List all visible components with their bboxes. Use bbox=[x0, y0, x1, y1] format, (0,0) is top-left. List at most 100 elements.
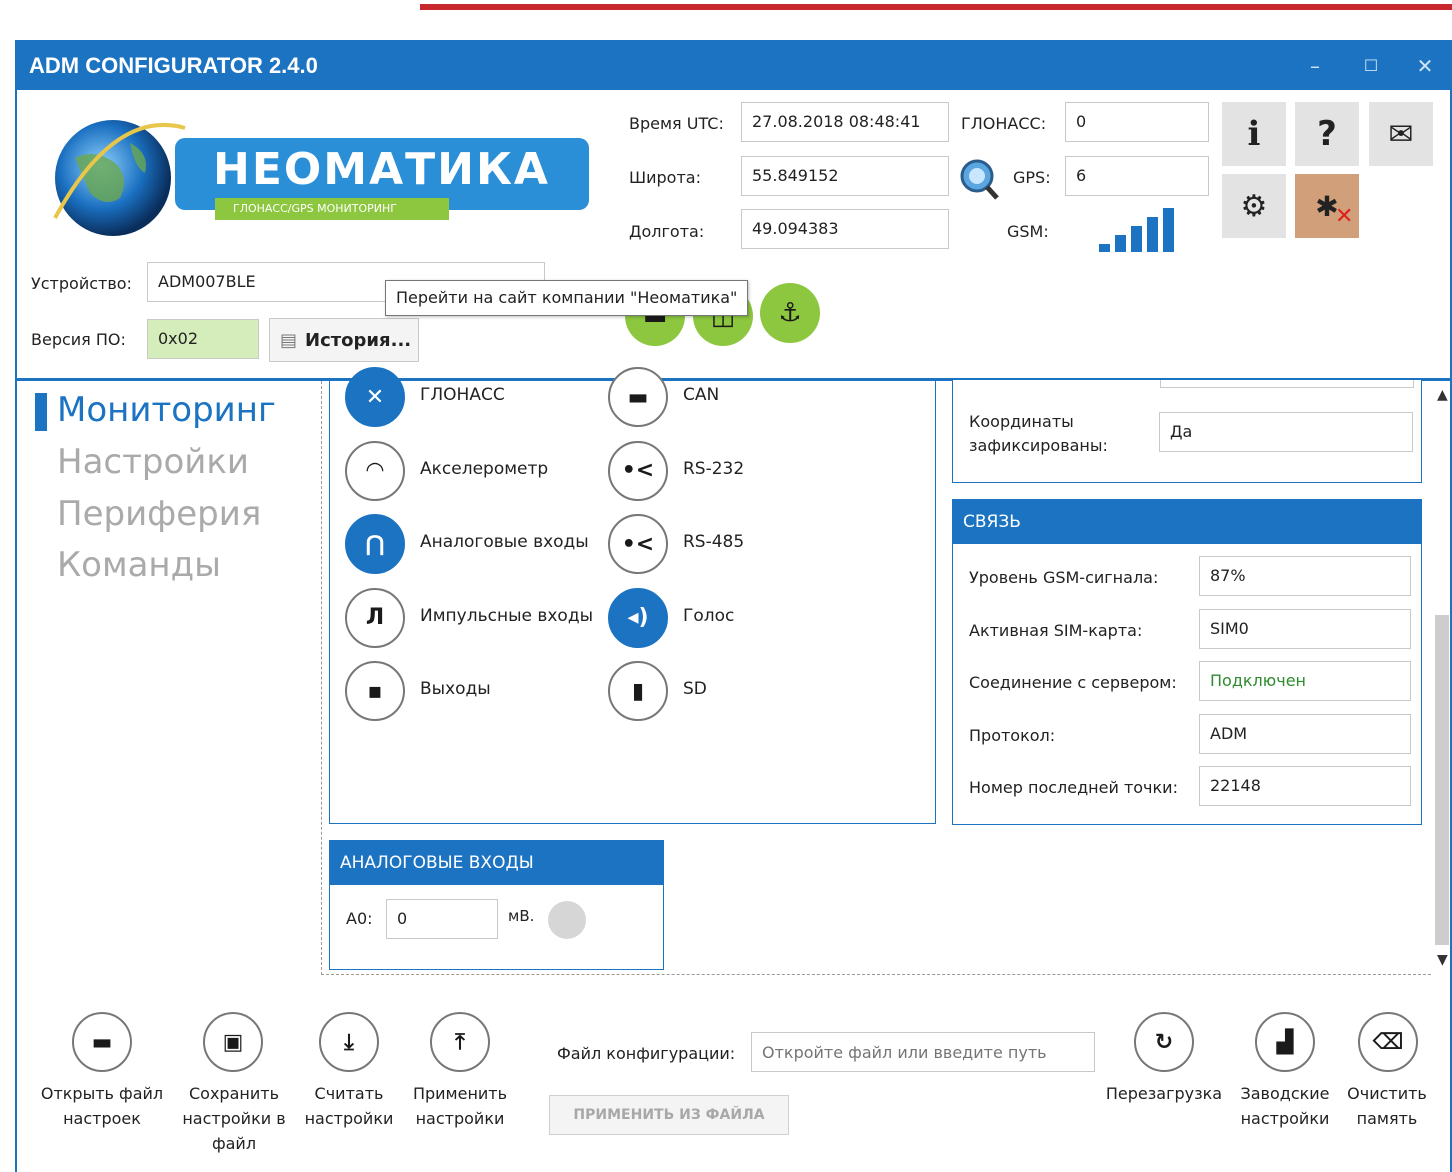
link-row-value[interactable]: 22148 bbox=[1199, 766, 1411, 806]
analog-panel-title: АНАЛОГОВЫЕ ВХОДЫ bbox=[330, 841, 663, 885]
module-label: Выходы bbox=[420, 679, 491, 699]
reboot-icon: ↻ bbox=[1154, 1029, 1174, 1055]
app-title: ADM CONFIGURATOR 2.4.0 bbox=[29, 53, 318, 78]
history-button[interactable]: ▤ История... bbox=[269, 318, 419, 362]
scroll-down-arrow[interactable]: ▼ bbox=[1437, 952, 1448, 968]
anchor-icon: ⚓ bbox=[778, 298, 802, 328]
analog-wave-icon: ⋂ bbox=[365, 531, 385, 557]
satellite-icon: ✕ bbox=[365, 384, 385, 410]
module-rs485-toggle[interactable]: •< bbox=[608, 514, 668, 574]
settings-button[interactable]: ⚙ bbox=[1222, 174, 1286, 238]
module-speaker-toggle[interactable]: ◂) bbox=[608, 587, 668, 648]
mail-icon: ✉ bbox=[1388, 116, 1414, 152]
reboot-label: Перезагрузка bbox=[1105, 1084, 1223, 1103]
module-analog-wave-toggle[interactable]: ⋂ bbox=[345, 514, 405, 574]
latitude-field[interactable]: 55.849152 bbox=[741, 156, 949, 196]
gsm-label: GSM: bbox=[1007, 222, 1049, 241]
clear-memory-button[interactable]: ⌫ bbox=[1358, 1012, 1418, 1072]
link-panel-title: СВЯЗЬ bbox=[953, 500, 1421, 544]
info-button[interactable]: i bbox=[1222, 102, 1286, 166]
link-row-value[interactable]: ADM bbox=[1199, 713, 1411, 754]
module-pulse-toggle[interactable]: Л bbox=[345, 587, 405, 648]
bluetooth-button[interactable]: ✱ ✕ bbox=[1295, 174, 1359, 238]
module-label: CAN bbox=[683, 385, 720, 405]
link-row-value[interactable]: Подключен bbox=[1199, 661, 1411, 701]
longitude-field[interactable]: 49.094383 bbox=[741, 209, 949, 249]
link-row-label: Соединение с сервером: bbox=[969, 673, 1177, 692]
nav-commands[interactable]: Команды bbox=[57, 545, 221, 585]
read-settings-label: Считать настройки bbox=[304, 1084, 394, 1128]
reboot-button[interactable]: ↻ bbox=[1134, 1012, 1194, 1072]
maximize-button[interactable]: ☐ bbox=[1355, 50, 1387, 82]
sd-card-icon: ▮ bbox=[631, 678, 645, 704]
nav-settings[interactable]: Настройки bbox=[57, 442, 249, 482]
gsm-bar bbox=[1147, 217, 1158, 252]
car-icon: ▬ bbox=[627, 384, 649, 410]
module-car-toggle[interactable]: ▬ bbox=[608, 367, 668, 427]
link-row-value[interactable]: 87% bbox=[1199, 556, 1411, 596]
module-satellite-toggle[interactable]: ✕ bbox=[345, 367, 405, 427]
utc-field[interactable]: 27.08.2018 08:48:41 bbox=[741, 102, 949, 142]
save-file-label: Сохранить настройки в файл bbox=[182, 1084, 286, 1153]
open-file-button[interactable]: ▬ bbox=[72, 1012, 132, 1072]
apply-settings-button[interactable]: ⤒ bbox=[430, 1012, 490, 1072]
module-sd-card-toggle[interactable]: ▮ bbox=[608, 661, 668, 721]
nav-monitoring[interactable]: Мониторинг bbox=[57, 390, 276, 430]
apply-from-file-button[interactable]: ПРИМЕНИТЬ ИЗ ФАЙЛА bbox=[549, 1095, 789, 1135]
close-button[interactable]: ✕ bbox=[1409, 50, 1441, 82]
a0-field[interactable]: 0 bbox=[386, 899, 498, 939]
link-row-label: Уровень GSM-сигнала: bbox=[969, 568, 1159, 587]
minimize-button[interactable]: – bbox=[1299, 50, 1331, 82]
mail-button[interactable]: ✉ bbox=[1369, 102, 1433, 166]
save-file-button[interactable]: ▣ bbox=[203, 1012, 263, 1072]
clipped-field bbox=[1160, 380, 1414, 388]
gsm-signal-icon bbox=[1097, 208, 1179, 254]
config-file-input[interactable] bbox=[751, 1032, 1095, 1072]
gsm-bar bbox=[1131, 226, 1142, 252]
module-label: RS-485 bbox=[683, 532, 745, 552]
link-row-value[interactable]: SIM0 bbox=[1199, 608, 1411, 649]
neomatika-logo[interactable]: НЕОМАТИКА ГЛОНАСС/GPS МОНИТОРИНГ bbox=[35, 108, 595, 238]
nav-peripherals[interactable]: Периферия bbox=[57, 494, 261, 534]
broom-icon: ⌫ bbox=[1372, 1029, 1404, 1055]
scroll-up-arrow[interactable]: ▲ bbox=[1437, 387, 1448, 403]
device-label: Устройство: bbox=[31, 274, 132, 293]
module-label: Акселерометр bbox=[420, 458, 549, 479]
coords-field[interactable]: Да bbox=[1159, 412, 1413, 452]
scrollbar-thumb[interactable] bbox=[1435, 615, 1449, 945]
module-gauge-toggle[interactable]: ◠ bbox=[345, 440, 405, 501]
download-icon: ⤓ bbox=[344, 1029, 354, 1055]
module-outputs-toggle[interactable]: ▪ bbox=[345, 661, 405, 721]
a0-label: A0: bbox=[346, 909, 373, 928]
factory-icon: ▟ bbox=[1276, 1029, 1294, 1055]
module-rs232-toggle[interactable]: •< bbox=[608, 440, 668, 501]
coords-panel: Координаты зафиксированы: Да bbox=[952, 380, 1422, 483]
link-panel: СВЯЗЬ Уровень GSM-сигнала: 87% Активная SI… bbox=[952, 499, 1422, 825]
a0-status-indicator bbox=[548, 901, 586, 939]
search-satellite-icon[interactable] bbox=[957, 158, 1001, 202]
factory-reset-label: Заводские настройки bbox=[1240, 1084, 1330, 1128]
gps-count-field[interactable]: 6 bbox=[1065, 156, 1209, 196]
module-label: ГЛОНАСС bbox=[420, 385, 505, 405]
logo-tagline: ГЛОНАСС/GPS МОНИТОРИНГ bbox=[233, 202, 398, 215]
factory-reset-button[interactable]: ▟ bbox=[1255, 1012, 1315, 1072]
coords-label: Координаты зафиксированы: bbox=[969, 412, 1108, 455]
help-button[interactable]: ? bbox=[1295, 102, 1359, 166]
firmware-field: 0x02 bbox=[147, 319, 259, 359]
a0-unit: мВ. bbox=[508, 907, 535, 925]
utc-label: Время UTC: bbox=[629, 114, 724, 133]
apply-settings-label: Применить настройки bbox=[412, 1084, 508, 1128]
folder-icon: ▬ bbox=[91, 1029, 113, 1055]
open-file-label: Открыть файл настроек bbox=[40, 1084, 164, 1128]
glonass-count-field[interactable]: 0 bbox=[1065, 102, 1209, 142]
module-label: Голос bbox=[683, 605, 735, 626]
firmware-label: Версия ПО: bbox=[31, 330, 126, 349]
info-icon: i bbox=[1247, 114, 1261, 154]
gear-icon: ⚙ bbox=[1240, 188, 1268, 224]
upload-icon: ⤒ bbox=[455, 1029, 465, 1055]
analog-panel: АНАЛОГОВЫЕ ВХОДЫ A0: 0 мВ. bbox=[329, 840, 664, 970]
nav-active-marker bbox=[35, 393, 47, 431]
read-settings-button[interactable]: ⤓ bbox=[319, 1012, 379, 1072]
website-button[interactable]: ⚓ bbox=[760, 283, 820, 343]
longitude-label: Долгота: bbox=[629, 222, 705, 241]
